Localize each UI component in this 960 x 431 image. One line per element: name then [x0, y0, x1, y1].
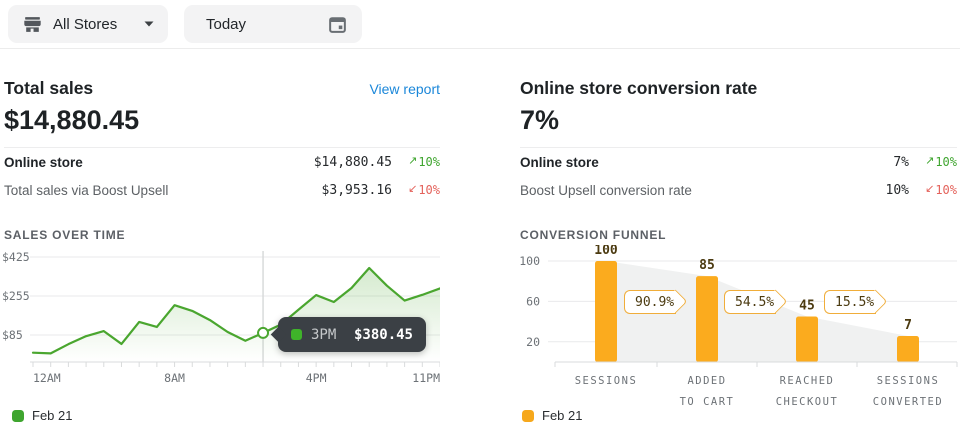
- funnel-bar-2: [796, 317, 818, 362]
- metric-delta: ↗10%: [909, 155, 957, 169]
- y-axis-label: $255: [2, 289, 30, 303]
- legend-feb21-sales[interactable]: Feb 21: [12, 408, 72, 423]
- tooltip-time: 3PM: [311, 327, 336, 343]
- x-axis-label: 12AM: [33, 371, 61, 385]
- y-axis-label: 60: [526, 294, 540, 308]
- legend-swatch-orange: [522, 410, 534, 422]
- metric-value: 7%: [893, 155, 909, 170]
- section-title: SALES OVER TIME: [4, 228, 125, 242]
- total-sales-card: Total sales View report $14,880.45 Onlin…: [0, 0, 440, 431]
- funnel-bar-1: [696, 276, 718, 362]
- conversion-rate-value: 7%: [520, 105, 559, 136]
- y-axis-label: $85: [2, 328, 23, 342]
- card-title: Total sales: [4, 78, 93, 99]
- category-label: SESSIONS: [575, 375, 638, 387]
- bar-value-label: 45: [799, 299, 815, 314]
- metric-row-online-store: Online store $14,880.45 ↗10%: [4, 148, 440, 176]
- funnel-bar-0: [595, 261, 617, 362]
- category-label: SESSIONS: [877, 375, 940, 387]
- funnel-drop-badge: 15.5%: [824, 290, 876, 314]
- section-title: CONVERSION FUNNEL: [520, 228, 666, 242]
- y-axis-label: 20: [526, 335, 540, 349]
- legend-label: Feb 21: [32, 408, 72, 423]
- chart-tooltip: 3PM $380.45: [278, 317, 426, 352]
- metric-row-online-store: Online store 7% ↗10%: [520, 148, 957, 176]
- x-axis-label: 8AM: [164, 371, 185, 385]
- funnel-bar-3: [897, 336, 919, 362]
- metric-label: Online store: [520, 155, 599, 170]
- legend-swatch-green: [12, 410, 24, 422]
- trend-up-icon: ↗: [925, 154, 934, 167]
- metric-value: 10%: [886, 183, 909, 198]
- metric-delta: ↙10%: [392, 183, 440, 197]
- metric-delta: ↗10%: [392, 155, 440, 169]
- view-report-link[interactable]: View report: [369, 81, 440, 97]
- conversion-funnel-chart[interactable]: 100 60 20 100 85 45 7 SESSIONS ADDED TO CART REACH…: [480, 245, 960, 410]
- metric-label: Total sales via Boost Upsell: [4, 183, 168, 198]
- funnel-drop-badge: 54.5%: [724, 290, 776, 314]
- metric-label: Boost Upsell conversion rate: [520, 183, 692, 198]
- category-label: ADDED: [687, 375, 726, 387]
- category-label: TO CART: [680, 396, 735, 408]
- legend-feb21-funnel[interactable]: Feb 21: [522, 408, 582, 423]
- category-label: CHECKOUT: [776, 396, 839, 408]
- x-axis-label: 11PM: [412, 371, 440, 385]
- funnel-drop-badge: 90.9%: [624, 290, 676, 314]
- total-sales-value: $14,880.45: [4, 105, 139, 136]
- category-label: REACHED: [780, 375, 835, 387]
- y-axis-label: $425: [2, 250, 30, 264]
- analytics-dashboard: All Stores Today Total sales View report…: [0, 0, 960, 431]
- card-title: Online store conversion rate: [520, 78, 757, 99]
- conversion-rate-card: Online store conversion rate 7% Online s…: [480, 0, 960, 431]
- trend-down-icon: ↙: [925, 182, 934, 195]
- metric-value: $3,953.16: [322, 183, 392, 198]
- metric-rows: Online store $14,880.45 ↗10% Total sales…: [4, 147, 440, 204]
- card-header: Total sales View report: [4, 78, 440, 99]
- bar-value-label: 7: [904, 318, 912, 333]
- trend-up-icon: ↗: [408, 154, 417, 167]
- metric-label: Online store: [4, 155, 83, 170]
- bar-value-label: 85: [699, 258, 715, 273]
- tooltip-value: $380.45: [354, 327, 413, 343]
- metric-rows: Online store 7% ↗10% Boost Upsell conver…: [520, 147, 957, 204]
- metric-row-boost-upsell: Boost Upsell conversion rate 10% ↙10%: [520, 176, 957, 204]
- series-color-swatch: [291, 329, 302, 340]
- legend-label: Feb 21: [542, 408, 582, 423]
- x-axis-label: 4PM: [306, 371, 327, 385]
- metric-delta: ↙10%: [909, 183, 957, 197]
- hover-marker: [258, 328, 268, 338]
- metric-row-boost-upsell: Total sales via Boost Upsell $3,953.16 ↙…: [4, 176, 440, 204]
- y-axis-label: 100: [519, 254, 540, 268]
- card-header: Online store conversion rate: [520, 78, 957, 99]
- trend-down-icon: ↙: [408, 182, 417, 195]
- metric-value: $14,880.45: [314, 155, 392, 170]
- bar-value-label: 100: [594, 245, 618, 258]
- category-label: CONVERTED: [873, 396, 943, 408]
